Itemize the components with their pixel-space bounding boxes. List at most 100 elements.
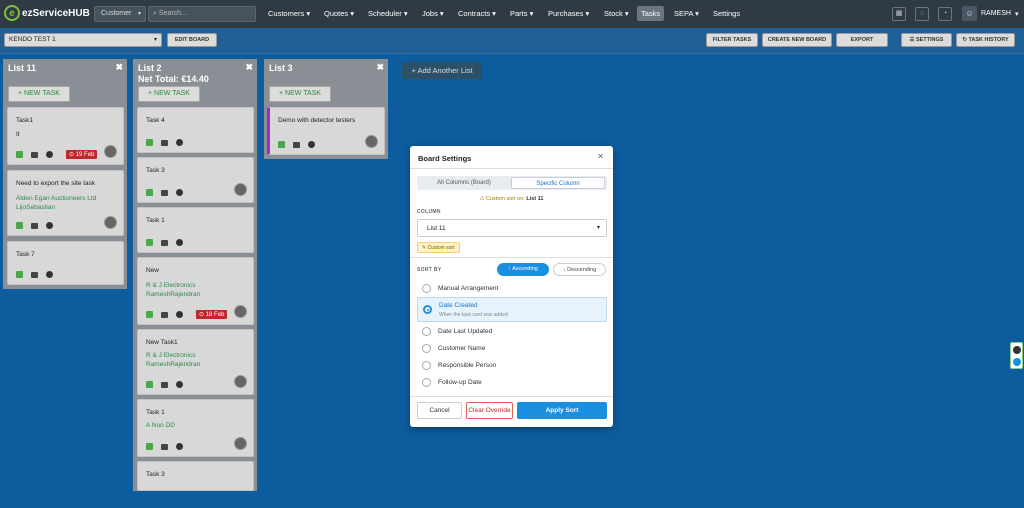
- settings-button[interactable]: ☰ SETTINGS: [901, 33, 952, 47]
- nav-stock[interactable]: Stock ▾: [604, 9, 629, 18]
- lock-icon[interactable]: [146, 443, 153, 450]
- info-icon[interactable]: [46, 222, 53, 229]
- sort-option[interactable]: Follow-up Date: [417, 374, 607, 391]
- lightbulb-icon[interactable]: ◌: [915, 7, 929, 21]
- task-history-button[interactable]: ↻ TASK HISTORY: [956, 33, 1015, 47]
- new-task-button[interactable]: + NEW TASK: [8, 86, 70, 102]
- calendar-icon[interactable]: ▦: [892, 7, 906, 21]
- lock-icon[interactable]: [16, 271, 23, 278]
- filter-tasks-button[interactable]: FILTER TASKS: [706, 33, 758, 47]
- lock-icon[interactable]: [278, 141, 285, 148]
- info-icon[interactable]: [176, 443, 183, 450]
- radio-button[interactable]: [422, 344, 431, 353]
- sort-option[interactable]: Responsible Person: [417, 357, 607, 374]
- task-card[interactable]: New Task1 R & J Electronics RameshRajend…: [137, 329, 254, 395]
- print-icon[interactable]: [161, 139, 168, 146]
- edit-board-button[interactable]: EDIT BOARD: [167, 33, 217, 47]
- nav-quotes[interactable]: Quotes ▾: [324, 9, 354, 18]
- clear-override-button[interactable]: Clear Override: [466, 402, 513, 419]
- task-card[interactable]: Task1 It ⊙ 19 Feb: [7, 107, 124, 165]
- info-icon[interactable]: [308, 141, 315, 148]
- print-icon[interactable]: [31, 222, 38, 229]
- column-select[interactable]: List 11 ▾: [417, 219, 607, 237]
- print-icon[interactable]: [293, 141, 300, 148]
- task-card[interactable]: Task 1: [137, 207, 254, 253]
- info-icon[interactable]: [176, 311, 183, 318]
- add-list-button[interactable]: + Add Another List: [402, 62, 482, 79]
- new-task-button[interactable]: + NEW TASK: [138, 86, 200, 102]
- app-logo[interactable]: e ezServiceHUB: [4, 5, 90, 21]
- print-icon[interactable]: [161, 189, 168, 196]
- nav-sepa[interactable]: SEPA ▾: [674, 9, 699, 18]
- lock-icon[interactable]: [16, 151, 23, 158]
- close-icon[interactable]: [1013, 346, 1021, 354]
- nav-parts[interactable]: Parts ▾: [510, 9, 533, 18]
- nav-tasks[interactable]: Tasks: [637, 6, 665, 21]
- close-icon[interactable]: ✖: [376, 62, 384, 73]
- bell-icon[interactable]: ◔: [938, 7, 952, 21]
- descending-button[interactable]: ↓ Descending: [553, 263, 606, 276]
- lock-icon[interactable]: [146, 381, 153, 388]
- print-icon[interactable]: [161, 311, 168, 318]
- close-icon[interactable]: ✖: [245, 62, 253, 73]
- radio-button[interactable]: [422, 327, 431, 336]
- tab-specific-column[interactable]: Specific Column: [511, 177, 605, 189]
- export-button[interactable]: EXPORT: [836, 33, 888, 47]
- close-icon[interactable]: ✖: [115, 62, 123, 73]
- info-icon[interactable]: [46, 151, 53, 158]
- print-icon[interactable]: [31, 151, 38, 158]
- create-new-board-button[interactable]: CREATE NEW BOARD: [762, 33, 832, 47]
- lock-icon[interactable]: [146, 189, 153, 196]
- customer-type-select[interactable]: Customer ▾: [94, 6, 146, 22]
- task-card[interactable]: Task 3: [137, 461, 254, 491]
- ascending-button[interactable]: ↑ Ascending: [497, 263, 549, 276]
- radio-button[interactable]: [422, 378, 431, 387]
- board-select[interactable]: KENDO TEST 1 ▾: [4, 33, 162, 47]
- radio-button[interactable]: [423, 305, 432, 314]
- target-icon[interactable]: [1013, 358, 1021, 366]
- nav-purchases[interactable]: Purchases ▾: [548, 9, 589, 18]
- new-task-button[interactable]: + NEW TASK: [269, 86, 331, 102]
- task-card[interactable]: Task 7: [7, 241, 124, 285]
- search-input[interactable]: ⌕ Search...: [148, 6, 256, 22]
- info-icon[interactable]: [176, 189, 183, 196]
- info-icon[interactable]: [46, 271, 53, 278]
- user-avatar-icon: ☺: [962, 6, 977, 21]
- info-icon[interactable]: [176, 381, 183, 388]
- lock-icon[interactable]: [146, 239, 153, 246]
- lock-icon[interactable]: [146, 311, 153, 318]
- info-icon[interactable]: [176, 239, 183, 246]
- radio-button[interactable]: [422, 284, 431, 293]
- print-icon[interactable]: [31, 271, 38, 278]
- note-prefix: ⚠ Custom sort on:: [479, 196, 525, 202]
- task-card[interactable]: Task 3: [137, 157, 254, 203]
- task-card[interactable]: Need to export the site task Alden Egan …: [7, 170, 124, 236]
- nav-settings[interactable]: Settings: [713, 9, 740, 18]
- apply-sort-button[interactable]: Apply Sort: [517, 402, 607, 419]
- customer-name: R & J Electronics: [146, 352, 196, 359]
- task-card[interactable]: Demo with detector testers: [267, 107, 385, 155]
- print-icon[interactable]: [161, 381, 168, 388]
- nav-scheduler[interactable]: Scheduler ▾: [368, 9, 408, 18]
- sort-option[interactable]: Date Created When the task card was added: [417, 297, 607, 322]
- task-card[interactable]: Task 1 A Non DD: [137, 399, 254, 457]
- nav-customers[interactable]: Customers ▾: [268, 9, 310, 18]
- sort-option[interactable]: Manual Arrangement: [417, 280, 607, 297]
- tab-all-columns[interactable]: All Columns (Board): [419, 177, 509, 189]
- cancel-button[interactable]: Cancel: [417, 402, 462, 419]
- sort-option[interactable]: Customer Name: [417, 340, 607, 357]
- close-icon[interactable]: ✕: [597, 152, 604, 161]
- lock-icon[interactable]: [146, 139, 153, 146]
- sort-option[interactable]: Date Last Updated: [417, 323, 607, 340]
- radio-button[interactable]: [422, 361, 431, 370]
- nav-contracts[interactable]: Contracts ▾: [458, 9, 496, 18]
- print-icon[interactable]: [161, 443, 168, 450]
- task-card[interactable]: New R & J Electronics RameshRajendran ⊙ …: [137, 257, 254, 325]
- nav-jobs[interactable]: Jobs ▾: [422, 9, 444, 18]
- lock-icon[interactable]: [16, 222, 23, 229]
- user-menu[interactable]: ☺ RAMESH ▾: [962, 6, 1018, 21]
- print-icon[interactable]: [161, 239, 168, 246]
- info-icon[interactable]: [176, 139, 183, 146]
- task-card[interactable]: Task 4: [137, 107, 254, 153]
- side-widget[interactable]: [1010, 342, 1023, 369]
